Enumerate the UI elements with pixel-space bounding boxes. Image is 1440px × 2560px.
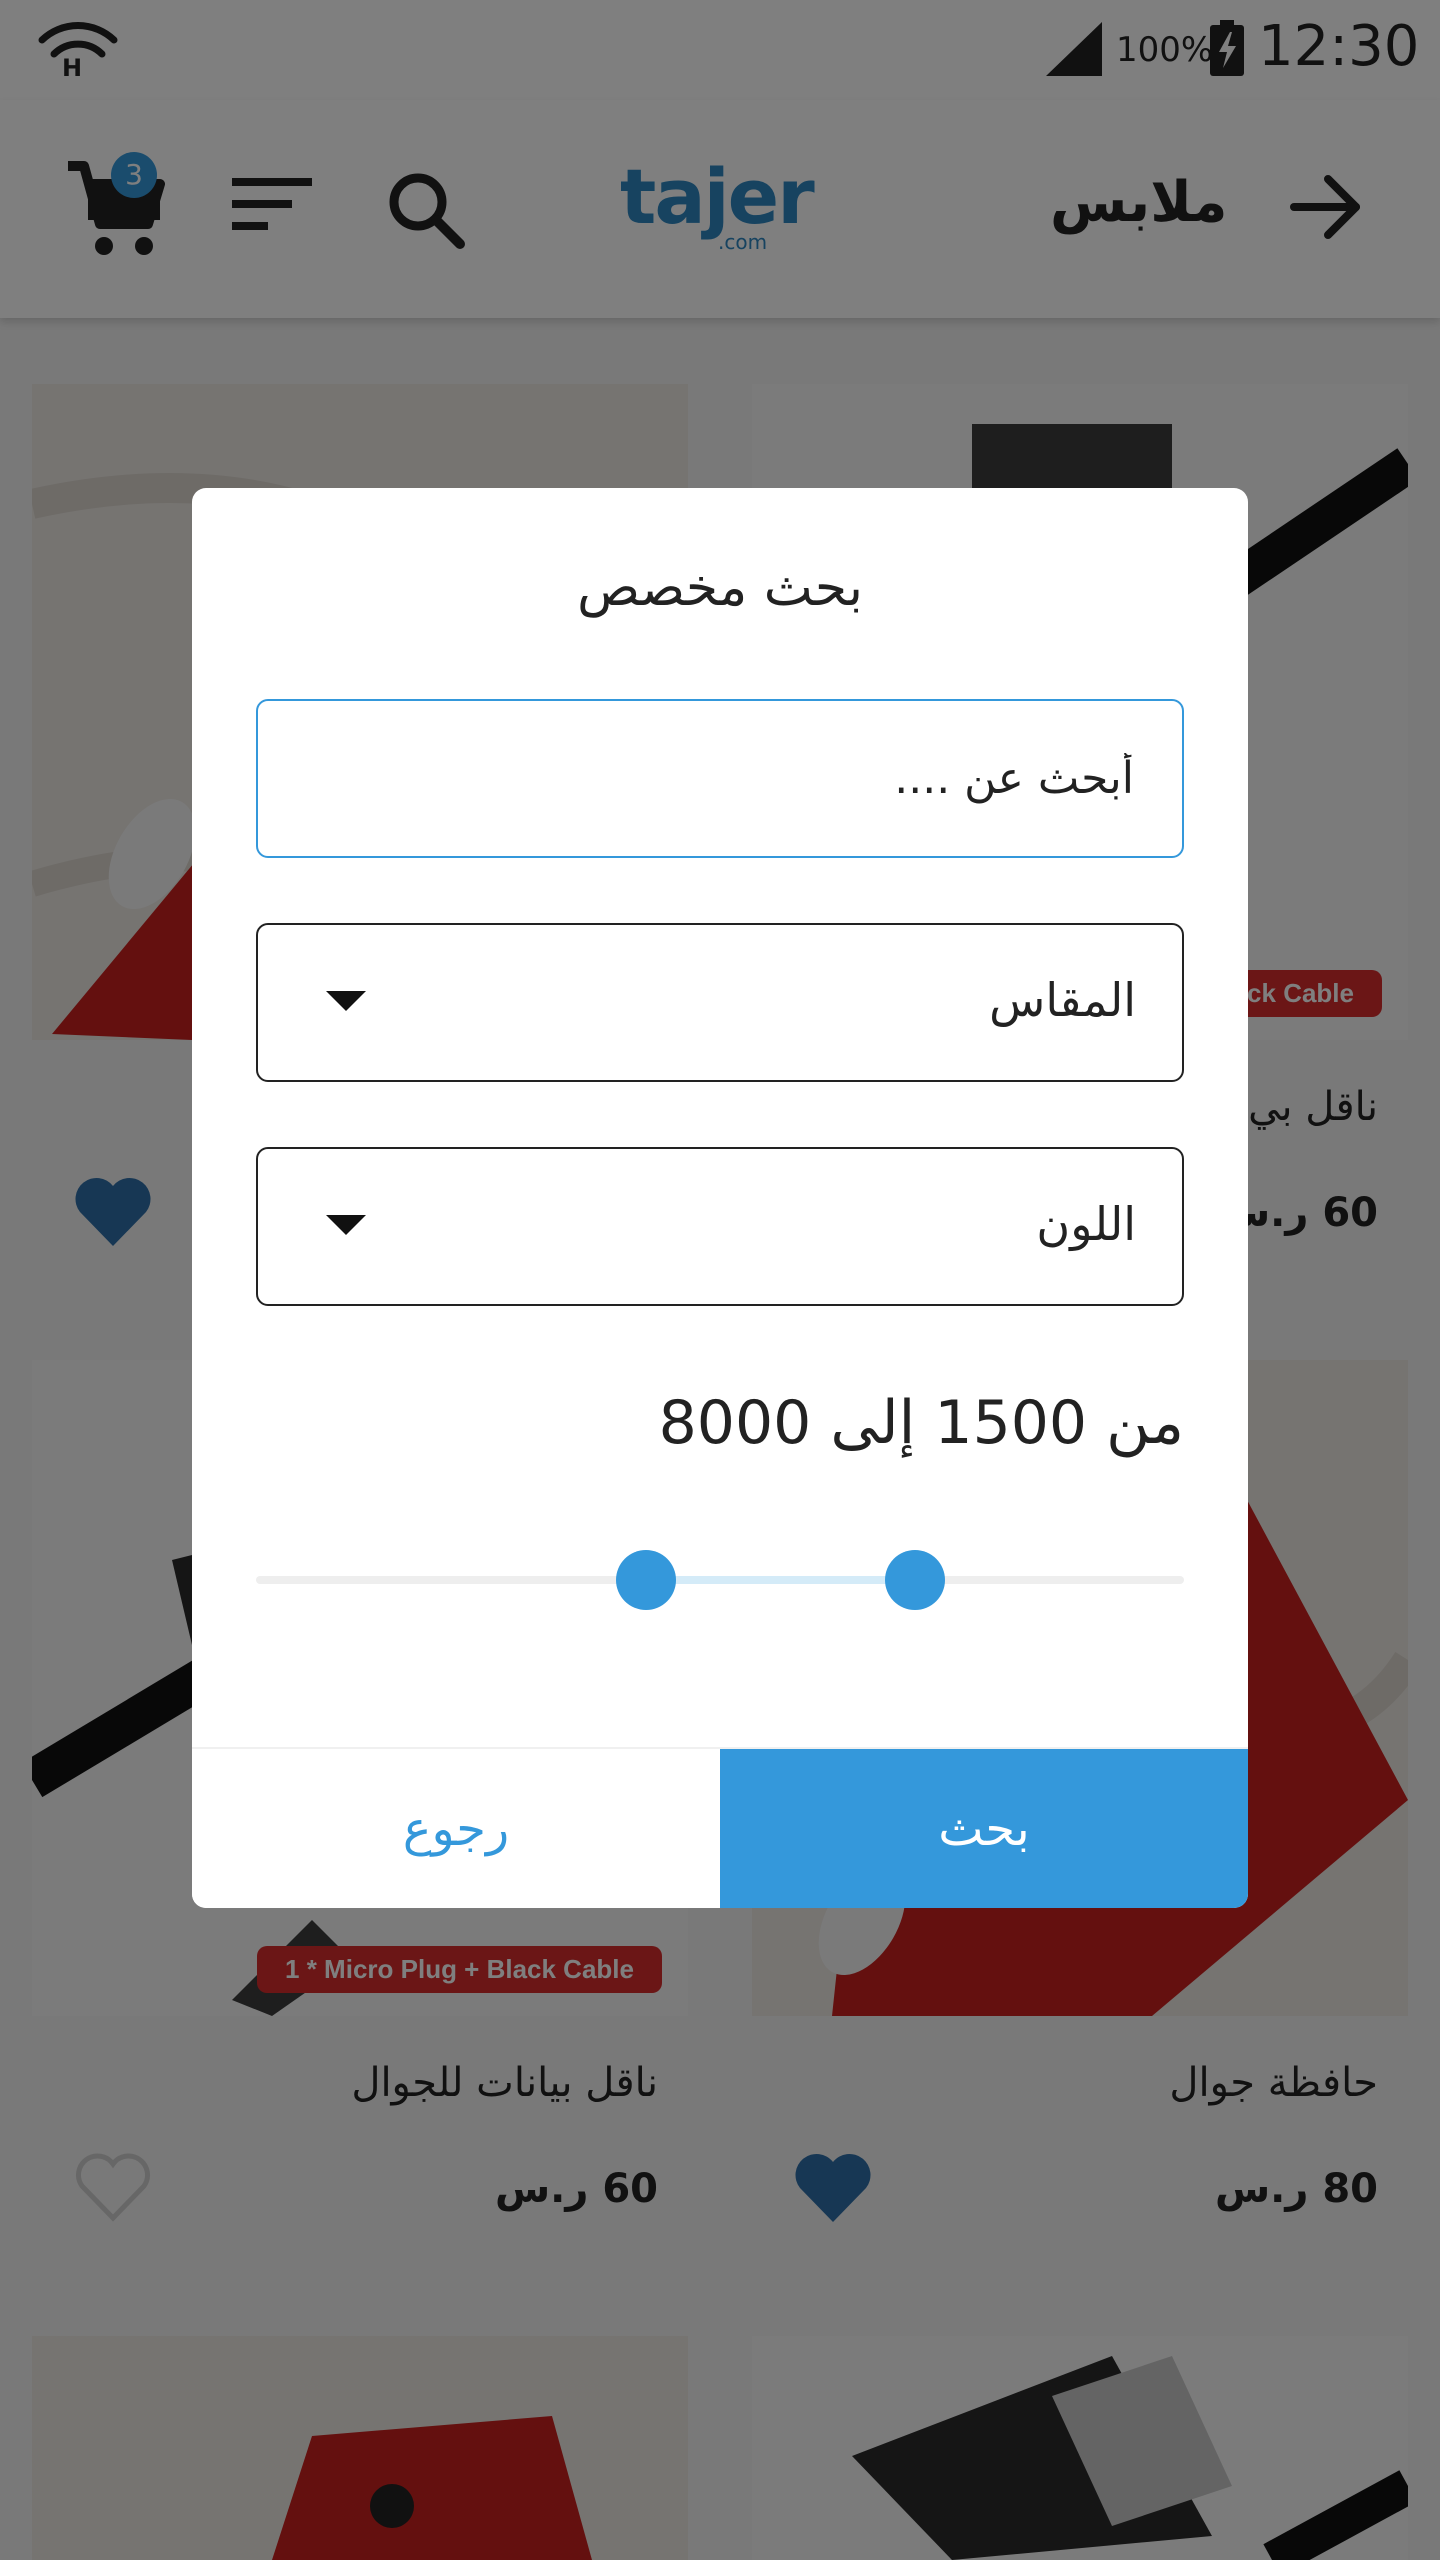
- search-input[interactable]: [256, 699, 1184, 858]
- slider-max-handle[interactable]: [884, 1550, 945, 1610]
- back-button[interactable]: رجوع: [192, 1749, 720, 1908]
- size-select[interactable]: المقاس: [256, 923, 1184, 1082]
- color-select[interactable]: اللون: [256, 1147, 1184, 1306]
- custom-search-dialog: بحث مخصص المقاس اللون من 1500 إلى 8000 ر…: [192, 488, 1248, 1908]
- slider-min-handle[interactable]: [615, 1550, 676, 1610]
- slider-selected-range: [645, 1576, 915, 1584]
- search-button[interactable]: بحث: [720, 1749, 1248, 1908]
- chevron-down-icon: [326, 1215, 366, 1235]
- price-range-slider[interactable]: [256, 1550, 1184, 1610]
- color-select-label: اللون: [1036, 1197, 1136, 1251]
- dialog-title: بحث مخصص: [577, 558, 863, 618]
- chevron-down-icon: [326, 991, 366, 1011]
- size-select-label: المقاس: [989, 973, 1136, 1027]
- price-range-text: من 1500 إلى 8000: [658, 1388, 1184, 1458]
